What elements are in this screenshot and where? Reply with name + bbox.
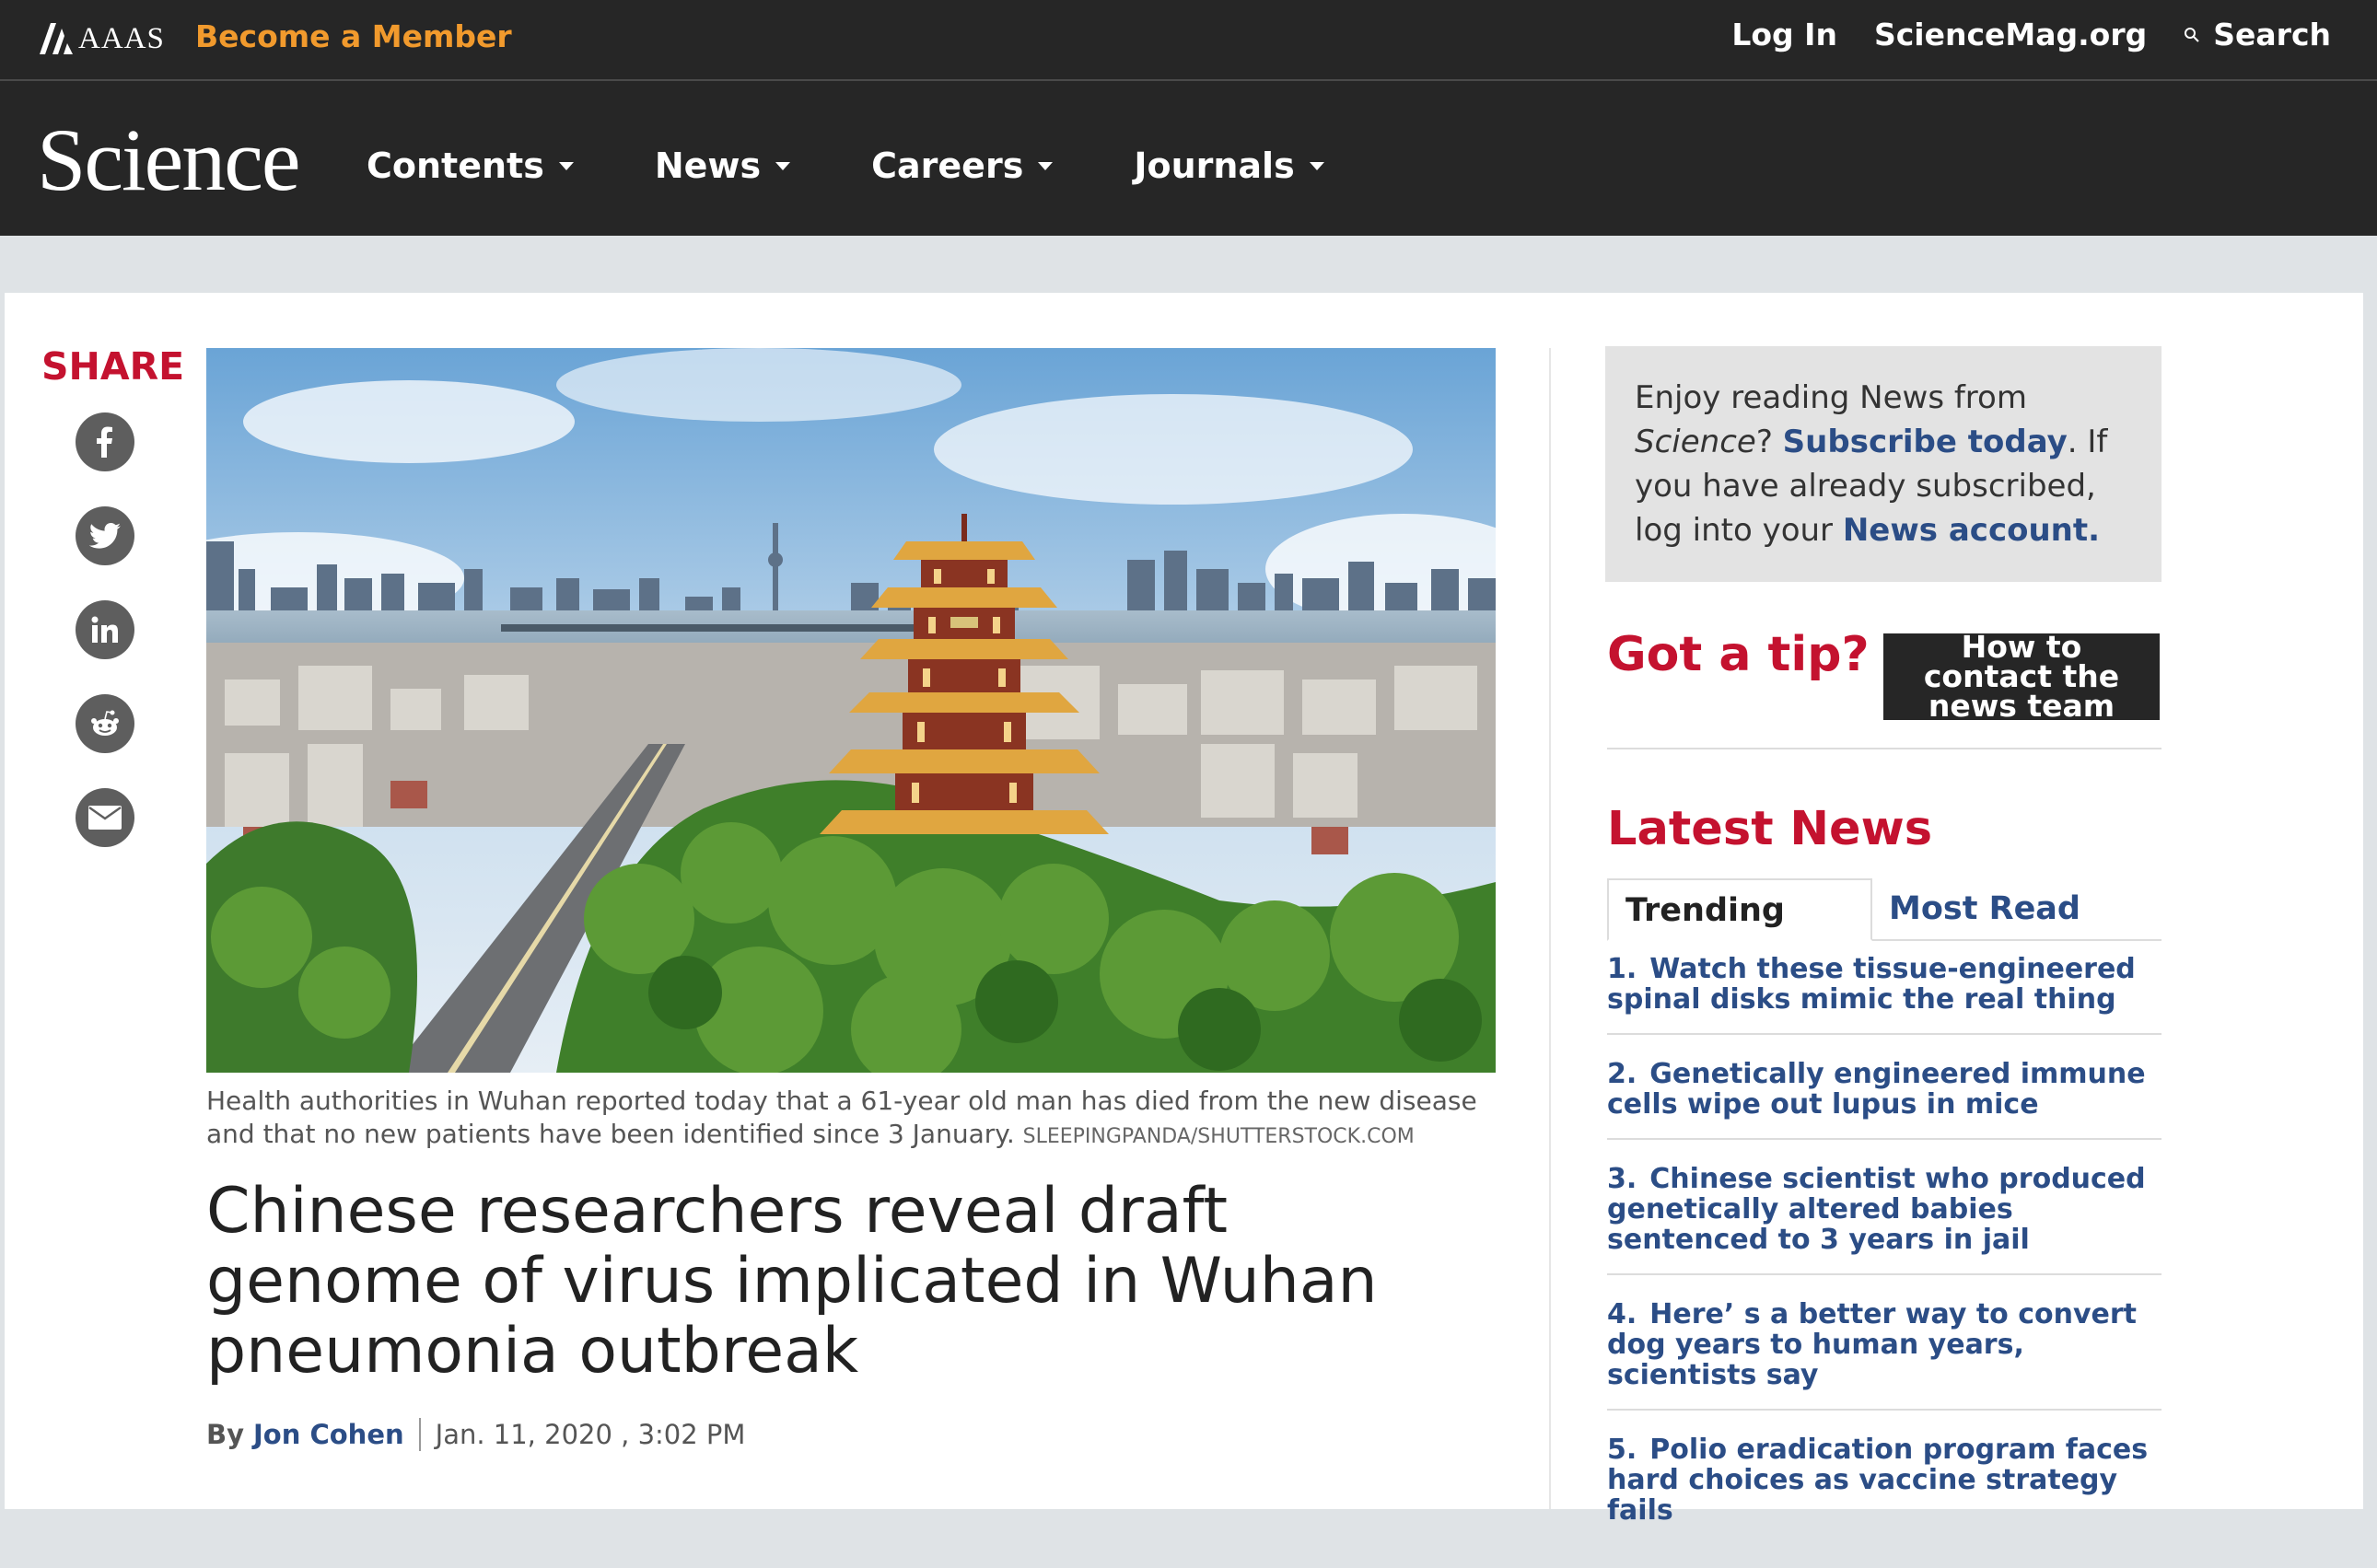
wuhan-cityscape-image bbox=[206, 348, 1496, 1073]
hero-image bbox=[206, 348, 1496, 1073]
news-account-link[interactable]: News account. bbox=[1843, 512, 2100, 549]
login-link[interactable]: Log In bbox=[1731, 17, 1837, 52]
news-list-item[interactable]: 3. Chinese scientist who produced genetic… bbox=[1607, 1164, 2161, 1275]
become-member-link[interactable]: Become a Member bbox=[195, 18, 512, 54]
news-list-item[interactable]: 5. Polio eradication program faces hard c… bbox=[1607, 1434, 2161, 1544]
search-label: Search bbox=[2213, 17, 2331, 52]
latest-news-list: 1. Watch these tissue-engineered spinal d… bbox=[1607, 954, 2161, 1568]
tab-trending[interactable]: Trending bbox=[1607, 878, 1872, 941]
aaas-logo[interactable]: AAAS bbox=[40, 20, 165, 57]
share-linkedin-button[interactable] bbox=[76, 600, 134, 659]
nav-contents-label: Contents bbox=[367, 145, 544, 186]
news-item-number: 5. bbox=[1607, 1434, 1637, 1466]
nav-careers-label: Careers bbox=[871, 145, 1024, 186]
nav-contents[interactable]: Contents bbox=[367, 145, 574, 186]
news-item-number: 1. bbox=[1607, 953, 1637, 985]
tab-most-read[interactable]: Most Read bbox=[1889, 878, 2080, 939]
science-logo[interactable]: Science bbox=[37, 116, 300, 204]
sciencemag-link[interactable]: ScienceMag.org bbox=[1874, 17, 2147, 52]
share-twitter-button[interactable] bbox=[76, 506, 134, 565]
chevron-down-icon bbox=[1309, 161, 1324, 170]
search-icon bbox=[2185, 27, 2199, 42]
tip-heading: Got a tip? bbox=[1607, 627, 1870, 682]
publish-date: Jan. 11, 2020 , 3:02 PM bbox=[435, 1419, 746, 1450]
article-headline: Chinese researchers reveal draft genome … bbox=[206, 1175, 1378, 1388]
sidebar-divider bbox=[1607, 748, 2161, 749]
chevron-down-icon bbox=[558, 161, 574, 170]
image-caption: Health authorities in Wuhan reported tod… bbox=[206, 1085, 1496, 1154]
chevron-down-icon bbox=[1038, 161, 1054, 170]
news-item-title: Here’ s a better way to convert dog year… bbox=[1607, 1298, 2138, 1391]
byline: By Jon Cohen Jan. 11, 2020 , 3:02 PM bbox=[206, 1418, 745, 1451]
twitter-icon bbox=[89, 523, 121, 549]
subscribe-q: ? bbox=[1755, 424, 1773, 460]
search-link[interactable]: Search bbox=[2184, 17, 2331, 52]
main-nav: Science Contents News Careers Journals bbox=[0, 81, 2377, 236]
nav-journals-label: Journals bbox=[1134, 145, 1295, 186]
top-bar: AAAS Become a Member Log In ScienceMag.o… bbox=[0, 0, 2377, 81]
linkedin-icon bbox=[91, 616, 118, 643]
contact-news-team-button[interactable]: How to contact the news team bbox=[1883, 632, 2160, 721]
byline-divider bbox=[418, 1418, 421, 1451]
subscribe-text-1: Enjoy reading News from bbox=[1635, 379, 2027, 416]
page-content: SHARE Health authorities in Wuhan report… bbox=[5, 293, 2363, 1526]
news-list-item[interactable]: 1. Watch these tissue-engineered spinal d… bbox=[1607, 954, 2161, 1035]
news-item-title: Polio eradication program faces hard cho… bbox=[1607, 1434, 2149, 1527]
share-reddit-button[interactable] bbox=[76, 694, 134, 753]
byline-by: By bbox=[206, 1419, 245, 1450]
latest-news-heading: Latest News bbox=[1607, 802, 1933, 856]
aaas-mark-icon bbox=[40, 23, 73, 54]
share-email-button[interactable] bbox=[76, 788, 134, 847]
news-item-number: 2. bbox=[1607, 1058, 1637, 1090]
facebook-icon bbox=[97, 426, 112, 458]
news-item-number: 4. bbox=[1607, 1298, 1637, 1330]
share-label: SHARE bbox=[41, 344, 185, 389]
news-item-title: Watch these tissue-engineered spinal dis… bbox=[1607, 953, 2136, 1016]
email-icon bbox=[88, 806, 122, 830]
share-facebook-button[interactable] bbox=[76, 412, 134, 471]
news-item-title: Chinese scientist who produced genetical… bbox=[1607, 1163, 2146, 1256]
nav-careers[interactable]: Careers bbox=[871, 145, 1054, 186]
news-list-item[interactable]: 2. Genetically engineered immune cells wi… bbox=[1607, 1059, 2161, 1140]
news-item-number: 3. bbox=[1607, 1163, 1637, 1195]
subscribe-promo: Enjoy reading News from Science? Subscri… bbox=[1605, 346, 2161, 582]
nav-news-label: News bbox=[654, 145, 762, 186]
reddit-icon bbox=[91, 710, 119, 736]
photo-credit: SLEEPINGPANDA/SHUTTERSTOCK.COM bbox=[1022, 1125, 1415, 1148]
top-right-links: Log In ScienceMag.org Search bbox=[1731, 17, 2331, 52]
news-list-item[interactable]: 4. Here’ s a better way to convert dog ye… bbox=[1607, 1299, 2161, 1411]
aaas-logo-text: AAAS bbox=[78, 21, 165, 55]
news-item-title: Genetically engineered immune cells wipe… bbox=[1607, 1058, 2146, 1121]
subscribe-today-link[interactable]: Subscribe today bbox=[1783, 424, 2068, 460]
author-link[interactable]: Jon Cohen bbox=[253, 1419, 404, 1450]
column-divider bbox=[1549, 348, 1551, 1509]
chevron-down-icon bbox=[775, 161, 791, 170]
nav-menu: Contents News Careers Journals bbox=[367, 145, 1405, 186]
latest-news-tabs: Trending Most Read bbox=[1607, 878, 2161, 941]
nav-journals[interactable]: Journals bbox=[1134, 145, 1324, 186]
subscribe-science-em: Science bbox=[1635, 424, 1756, 460]
nav-news[interactable]: News bbox=[654, 145, 791, 186]
